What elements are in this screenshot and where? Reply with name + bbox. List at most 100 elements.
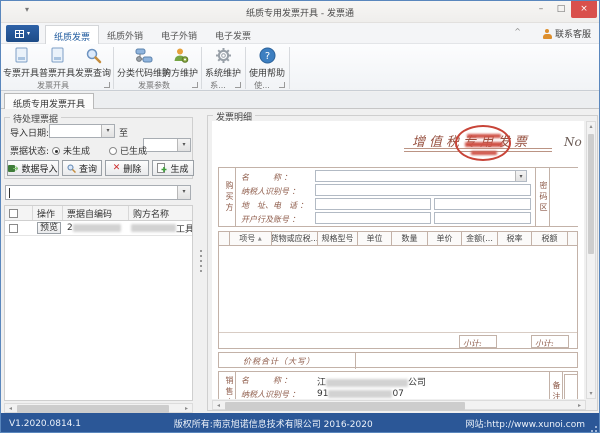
- chevron-down-icon[interactable]: ▾: [177, 139, 190, 151]
- seller-taxid-value: 9107: [317, 389, 404, 399]
- date-range-to-label: 至: [119, 126, 128, 139]
- row-checkbox-cell[interactable]: [5, 221, 33, 235]
- preview-button[interactable]: 预览: [37, 222, 61, 234]
- scroll-left-icon[interactable]: ◂: [5, 404, 16, 412]
- buyer-maintain-button[interactable]: 购方维护: [161, 45, 199, 79]
- dialog-launcher-icon[interactable]: [279, 82, 285, 88]
- buyer-bank-input[interactable]: [315, 212, 431, 224]
- tab-electronic-export[interactable]: 电子外销: [153, 25, 205, 44]
- total-words-row: 价税合计（大写）: [218, 352, 578, 368]
- chevron-down-icon[interactable]: ▾: [515, 171, 526, 181]
- contact-support-button[interactable]: 联系客服: [543, 27, 591, 40]
- items-col-amount[interactable]: 金额(...: [461, 232, 497, 245]
- dialog-launcher-icon[interactable]: [192, 82, 198, 88]
- help-button[interactable]: ? 使用帮助: [248, 45, 286, 79]
- general-invoice-issue-button[interactable]: 普票开具: [39, 45, 75, 79]
- status-bar: V1.2020.0814.1 版权所有:南京旭诺信息技术有限公司 2016-20…: [1, 413, 599, 433]
- delete-button[interactable]: ✕ 删除: [105, 160, 149, 176]
- tab-paper-export[interactable]: 纸质外销: [99, 25, 151, 44]
- col-buyer-name[interactable]: 购方名称: [129, 206, 193, 220]
- minimize-button[interactable]: –: [531, 1, 551, 18]
- query-button[interactable]: 查询: [62, 160, 102, 176]
- splitter-grip-icon: [200, 250, 202, 272]
- copyright-label: 版权所有:南京旭诺信息技术有限公司 2016-2020: [81, 417, 465, 430]
- support-person-icon: [543, 29, 552, 39]
- scrollbar-thumb[interactable]: [225, 402, 465, 410]
- tab-electronic-invoice[interactable]: 电子发票: [207, 25, 259, 44]
- scroll-right-icon[interactable]: ▸: [181, 404, 192, 412]
- items-col-qty[interactable]: 数量: [391, 232, 427, 245]
- left-panel-hscrollbar[interactable]: ◂ ▸: [4, 403, 193, 413]
- scrollbar-thumb[interactable]: [588, 134, 594, 254]
- checkbox-icon[interactable]: [9, 224, 18, 233]
- pending-bills-panel: 待处理票据 导入日期: ▾ 至 ▾ 票据状态: 未生成 已生成 数据导入 查询 …: [1, 109, 197, 413]
- remark-side-label: 备注: [549, 372, 563, 399]
- radio-icon: [109, 147, 117, 155]
- amount-subtotal-box: 小计:: [459, 335, 497, 348]
- invoice-hscrollbar[interactable]: ◂ ▸: [212, 400, 586, 410]
- scrollbar-thumb[interactable]: [17, 405, 169, 413]
- svg-text:?: ?: [264, 51, 269, 62]
- resize-grip-icon[interactable]: [591, 426, 597, 432]
- items-col-taxrate[interactable]: 税率: [497, 232, 531, 245]
- close-button[interactable]: ×: [571, 1, 597, 18]
- buyer-address-label: 地 址、电 话 ：: [241, 200, 308, 211]
- invoice-query-button[interactable]: 发票查询: [75, 45, 111, 79]
- table-row[interactable]: 预览 2 工具: [5, 221, 192, 236]
- redacted-text: [326, 379, 408, 387]
- items-header-row: 项号 ▲ 货物或应税... 规格型号 单位 数量 单价 金额(... 税率 税额: [219, 232, 577, 246]
- generate-button[interactable]: 生成: [152, 160, 194, 176]
- scroll-left-icon[interactable]: ◂: [213, 401, 224, 409]
- dialog-launcher-icon[interactable]: [235, 82, 241, 88]
- system-maintain-button[interactable]: 系统维护: [204, 45, 242, 79]
- items-col-taxamount[interactable]: 税额: [531, 232, 567, 245]
- buyer-phone-input[interactable]: [434, 198, 531, 210]
- radio-selected-icon: [52, 147, 60, 155]
- scroll-right-icon[interactable]: ▸: [574, 401, 585, 409]
- scroll-down-icon[interactable]: ▾: [587, 390, 595, 397]
- tab-paper-invoice[interactable]: 纸质发票: [45, 25, 99, 44]
- ribbon-separator: [201, 47, 202, 89]
- radio-generated[interactable]: 已生成: [109, 144, 147, 157]
- app-menu-button[interactable]: ▾: [6, 25, 39, 42]
- tab-paper-special-invoice-issue[interactable]: 纸质专用发票开具: [4, 93, 94, 109]
- invoice-no-label: No: [564, 135, 582, 149]
- checkbox-icon[interactable]: [9, 209, 18, 218]
- buyer-taxid-input[interactable]: [315, 184, 531, 196]
- import-date-from-combobox[interactable]: ▾: [49, 124, 115, 138]
- invoice-vscrollbar[interactable]: ▴ ▾: [586, 121, 596, 399]
- buyer-side-label: 购买方: [219, 168, 236, 226]
- maximize-button[interactable]: □: [551, 1, 571, 18]
- col-bill-code[interactable]: 票据自编码: [63, 206, 129, 220]
- buyer-account-input[interactable]: [434, 212, 531, 224]
- data-import-button[interactable]: 数据导入: [7, 160, 59, 176]
- group-label-invoice-params: 发票参数: [115, 80, 193, 91]
- items-col-unit[interactable]: 单位: [357, 232, 391, 245]
- chevron-down-icon[interactable]: ▾: [101, 125, 114, 137]
- buyer-name-combobox[interactable]: ▾: [315, 170, 527, 182]
- select-all-cell[interactable]: [5, 206, 33, 220]
- collapse-ribbon-icon[interactable]: ^: [514, 27, 521, 36]
- ribbon-separator: [113, 47, 114, 89]
- panel-splitter[interactable]: [197, 109, 204, 413]
- items-col-spec[interactable]: 规格型号: [317, 232, 357, 245]
- items-col-itemno[interactable]: 项号 ▲: [229, 232, 271, 245]
- col-operation[interactable]: 操作: [33, 206, 63, 220]
- password-area-box: [551, 168, 579, 226]
- dialog-launcher-icon[interactable]: [104, 82, 110, 88]
- bill-filter-combobox[interactable]: ▾: [5, 185, 191, 200]
- import-date-to-combobox[interactable]: ▾: [143, 138, 191, 152]
- buyer-address-input[interactable]: [315, 198, 431, 210]
- text-caret: [9, 188, 10, 198]
- items-col-goods[interactable]: 货物或应税...: [271, 232, 317, 245]
- radio-not-generated[interactable]: 未生成: [52, 144, 90, 157]
- invoice-items-table: 项号 ▲ 货物或应税... 规格型号 单位 数量 单价 金额(... 税率 税额…: [218, 231, 578, 349]
- ribbon: 专票开具 普票开具 发票查询 分类代码维护 购方维护: [1, 44, 599, 91]
- scroll-up-icon[interactable]: ▴: [587, 123, 595, 130]
- items-col-selector: [219, 232, 229, 245]
- special-invoice-issue-button[interactable]: 专票开具: [3, 45, 39, 79]
- website-label: 网站:http://www.xunoi.com: [465, 417, 585, 430]
- cell-divider: [355, 353, 356, 369]
- chevron-down-icon[interactable]: ▾: [177, 186, 190, 199]
- items-col-price[interactable]: 单价: [427, 232, 461, 245]
